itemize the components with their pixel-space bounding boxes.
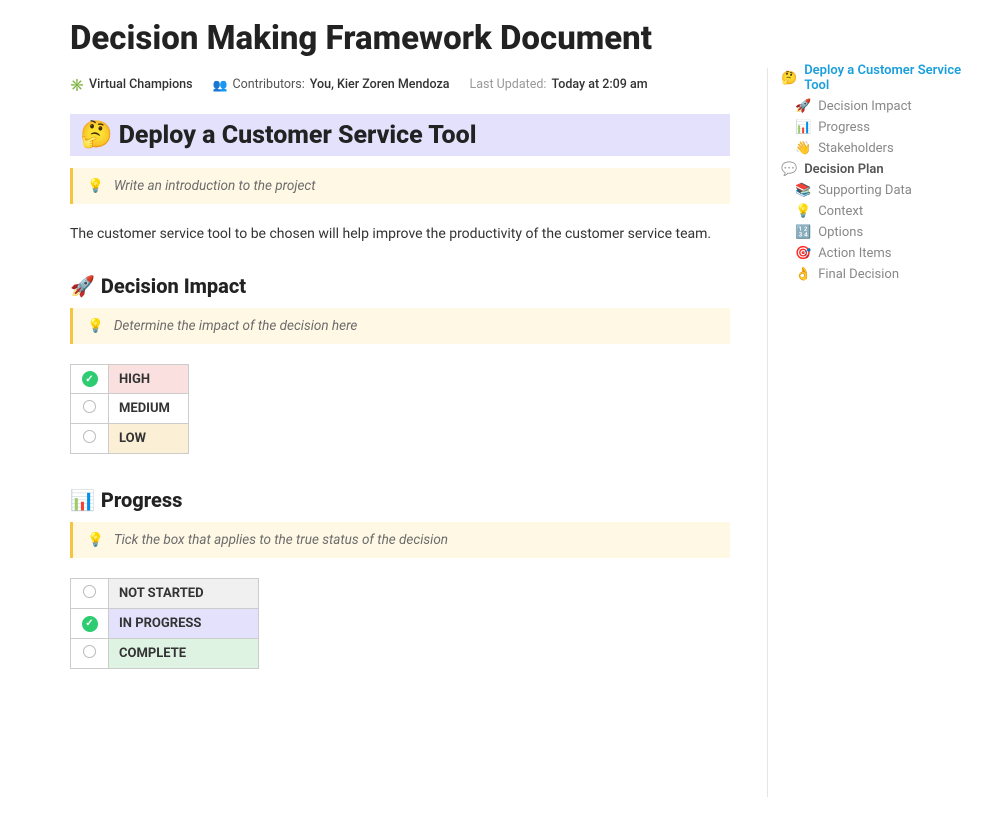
target-icon: 🎯 <box>795 246 811 261</box>
lightbulb-icon: 💡 <box>795 204 811 219</box>
toc-deploy-label: Deploy a Customer Service Tool <box>804 63 988 93</box>
toc-impact[interactable]: 🚀 Decision Impact <box>773 96 988 117</box>
progress-callout[interactable]: 💡 Tick the box that applies to the true … <box>70 522 730 558</box>
radio-empty-icon <box>83 645 96 658</box>
updated-label: Last Updated: <box>470 77 547 92</box>
impact-callout[interactable]: 💡 Determine the impact of the decision h… <box>70 308 730 344</box>
thinking-icon: 🤔 <box>80 120 113 150</box>
wave-icon: 👋 <box>795 141 811 156</box>
workspace-meta[interactable]: ✳️ Virtual Champions <box>70 77 193 92</box>
impact-high-check[interactable]: ✓ <box>71 364 109 394</box>
toc-progress[interactable]: 📊 Progress <box>773 117 988 138</box>
checkmark-icon: ✓ <box>82 371 98 387</box>
toc-data[interactable]: 📚 Supporting Data <box>773 180 988 201</box>
section-deploy-title: Deploy a Customer Service Tool <box>119 121 477 150</box>
progress-inprogress-check[interactable]: ✓ <box>71 609 109 639</box>
meta-row: ✳️ Virtual Champions 👥 Contributors: You… <box>70 77 730 92</box>
section-deploy-heading: 🤔 Deploy a Customer Service Tool <box>70 114 730 156</box>
progress-inprogress-label: IN PROGRESS <box>109 609 259 639</box>
impact-low-label: LOW <box>109 424 189 454</box>
intro-paragraph[interactable]: The customer service tool to be chosen w… <box>70 224 730 246</box>
bulb-icon: 💡 <box>87 178 104 194</box>
table-row: MEDIUM <box>71 394 189 424</box>
progress-callout-text: Tick the box that applies to the true st… <box>114 532 448 548</box>
toc-actions[interactable]: 🎯 Action Items <box>773 243 988 264</box>
table-row: ✓ HIGH <box>71 364 189 394</box>
toc-plan-label: Decision Plan <box>804 162 884 177</box>
intro-callout-text: Write an introduction to the project <box>114 178 316 194</box>
speech-icon: 💬 <box>781 162 797 177</box>
thinking-icon: 🤔 <box>781 71 797 86</box>
toc-final-label: Final Decision <box>818 267 899 282</box>
toc-plan[interactable]: 💬 Decision Plan <box>773 159 988 180</box>
updated-meta: Last Updated: Today at 2:09 am <box>470 77 648 92</box>
toc-stakeholders-label: Stakeholders <box>818 141 893 156</box>
toc-actions-label: Action Items <box>818 246 891 261</box>
people-icon: 👥 <box>213 78 228 92</box>
impact-medium-check[interactable] <box>71 394 109 424</box>
books-icon: 📚 <box>795 183 811 198</box>
chart-icon: 📊 <box>795 120 811 135</box>
progress-complete-check[interactable] <box>71 638 109 668</box>
section-progress-heading: 📊 Progress <box>70 488 730 512</box>
ok-icon: 👌 <box>795 267 811 282</box>
radio-empty-icon <box>83 430 96 443</box>
checkmark-icon: ✓ <box>82 616 98 632</box>
toc-final[interactable]: 👌 Final Decision <box>773 264 988 285</box>
updated-value: Today at 2:09 am <box>551 77 647 92</box>
contributors-meta[interactable]: 👥 Contributors: You, Kier Zoren Mendoza <box>213 77 450 92</box>
impact-high-label: HIGH <box>109 364 189 394</box>
sparkle-icon: ✳️ <box>70 78 84 92</box>
toc-stakeholders[interactable]: 👋 Stakeholders <box>773 138 988 159</box>
table-row: COMPLETE <box>71 638 259 668</box>
toc-context-label: Context <box>818 204 863 219</box>
table-row: LOW <box>71 424 189 454</box>
workspace-name: Virtual Champions <box>89 77 193 92</box>
impact-low-check[interactable] <box>71 424 109 454</box>
progress-notstarted-label: NOT STARTED <box>109 579 259 609</box>
toc-deploy[interactable]: 🤔 Deploy a Customer Service Tool <box>773 60 988 96</box>
toc-options-label: Options <box>818 225 863 240</box>
toc-data-label: Supporting Data <box>818 183 912 198</box>
rocket-icon: 🚀 <box>70 274 95 298</box>
chart-icon: 📊 <box>70 488 95 512</box>
toc-progress-label: Progress <box>818 120 870 135</box>
section-impact-heading: 🚀 Decision Impact <box>70 274 730 298</box>
numbers-icon: 🔢 <box>795 225 811 240</box>
radio-empty-icon <box>83 400 96 413</box>
intro-callout[interactable]: 💡 Write an introduction to the project <box>70 168 730 204</box>
section-progress-title: Progress <box>101 488 182 512</box>
table-row: NOT STARTED <box>71 579 259 609</box>
toc-context[interactable]: 💡 Context <box>773 201 988 222</box>
impact-callout-text: Determine the impact of the decision her… <box>114 318 358 334</box>
progress-complete-label: COMPLETE <box>109 638 259 668</box>
radio-empty-icon <box>83 585 96 598</box>
impact-table: ✓ HIGH MEDIUM LOW <box>70 364 189 455</box>
progress-notstarted-check[interactable] <box>71 579 109 609</box>
page-title: Decision Making Framework Document <box>70 18 730 59</box>
table-row: ✓ IN PROGRESS <box>71 609 259 639</box>
impact-medium-label: MEDIUM <box>109 394 189 424</box>
bulb-icon: 💡 <box>87 318 104 334</box>
toc-options[interactable]: 🔢 Options <box>773 222 988 243</box>
main-content: Decision Making Framework Document ✳️ Vi… <box>0 0 760 817</box>
bulb-icon: 💡 <box>87 532 104 548</box>
section-impact-title: Decision Impact <box>101 274 246 298</box>
outline-sidebar: 🤔 Deploy a Customer Service Tool 🚀 Decis… <box>760 0 1000 817</box>
progress-table: NOT STARTED ✓ IN PROGRESS COMPLETE <box>70 578 259 669</box>
rocket-icon: 🚀 <box>795 99 811 114</box>
contributors-value: You, Kier Zoren Mendoza <box>310 77 450 92</box>
contributors-label: Contributors: <box>233 77 305 92</box>
toc-impact-label: Decision Impact <box>818 99 911 114</box>
